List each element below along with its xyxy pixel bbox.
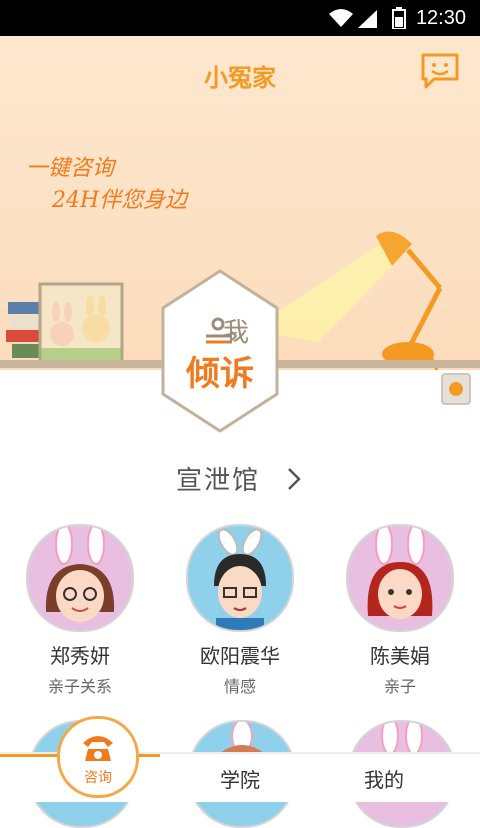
counselor-tag: 情感 (223, 677, 256, 696)
nav-consult-button[interactable]: 咨询 (57, 716, 139, 798)
counselor-tag: 亲子关系 (47, 677, 112, 696)
avatar-illustration (214, 528, 266, 630)
status-bar: 12:30 (0, 0, 480, 36)
hex-top-text: 我 (222, 318, 249, 348)
status-time: 12:30 (415, 7, 466, 29)
counselor-card[interactable]: 郑秀妍 亲子关系 (0, 524, 160, 697)
avatar-illustration (45, 526, 115, 622)
phone-icon (83, 736, 113, 761)
plug-icon (441, 373, 471, 405)
hex-main-text[interactable]: 倾诉 (160, 346, 280, 395)
nav-consult-label: 咨询 (84, 770, 112, 786)
counselor-card[interactable]: 陈美娟 亲子 (320, 524, 480, 697)
bookshelf-illustration (6, 282, 124, 364)
avatar (26, 524, 134, 632)
counselor-name: 欧阳震华 (200, 644, 280, 668)
nav-mine-tab[interactable]: 我的 (304, 764, 464, 793)
avatar (346, 524, 454, 632)
avatar (186, 524, 294, 632)
battery-icon (392, 7, 406, 29)
wifi-icon (329, 9, 353, 27)
signal-icon (358, 10, 377, 28)
counselor-name: 陈美娟 (370, 644, 430, 668)
counselor-tag: 亲子 (383, 677, 416, 696)
counselor-name: 郑秀妍 (50, 644, 110, 668)
section-title[interactable]: 宣泄馆 (176, 460, 260, 497)
counselor-card[interactable]: 欧阳震华 情感 (160, 524, 320, 697)
avatar-illustration (367, 526, 433, 619)
chevron-right-icon[interactable] (286, 466, 302, 492)
nav-college-tab[interactable]: 学院 (160, 764, 320, 793)
